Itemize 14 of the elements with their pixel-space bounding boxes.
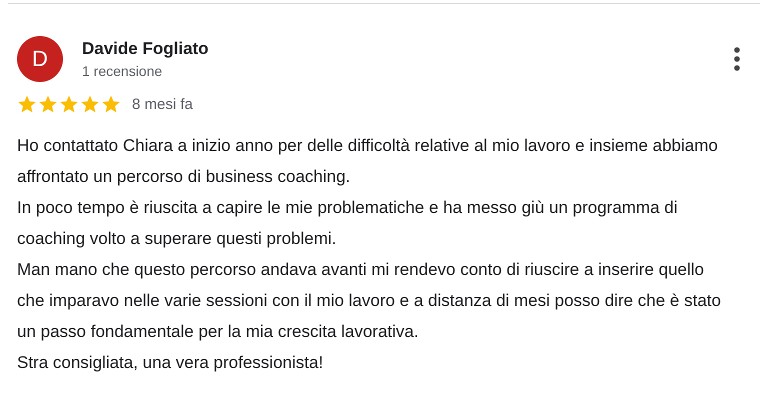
star-icon	[80, 94, 100, 114]
review-count: 1 recensione	[82, 63, 164, 79]
review-text: Man mano che questo percorso andava avanti mi rendevo conto di riuscire a inserire quello che imparavo nelle varie sessioni con il mio lavoro e a distanza di mesi posso dire che è stato un passo fondamentale per la mia crescita lavorativa.	[17, 259, 722, 343]
avatar[interactable]: D	[17, 36, 63, 82]
star-icon	[101, 94, 121, 114]
star-icon	[59, 94, 79, 114]
review-text: Stra consigliata, una vera professionista!	[17, 352, 324, 374]
review-text: Ho contattato Chiara a inizio anno per delle difficoltà relative al mio lavoro e insieme abbiamo affrontato un percorso di business coaching.	[17, 135, 719, 188]
more-options-icon[interactable]	[733, 46, 741, 72]
star-icon	[38, 94, 58, 114]
review-text: In poco tempo è riuscita a capire le mie problematiche e ha messo giù un programma di coaching volto a superare questi problemi.	[17, 197, 679, 250]
star-icon	[17, 94, 37, 114]
review-date: 8 mesi fa	[132, 96, 193, 112]
author-name[interactable]: Davide Fogliato	[82, 39, 714, 59]
